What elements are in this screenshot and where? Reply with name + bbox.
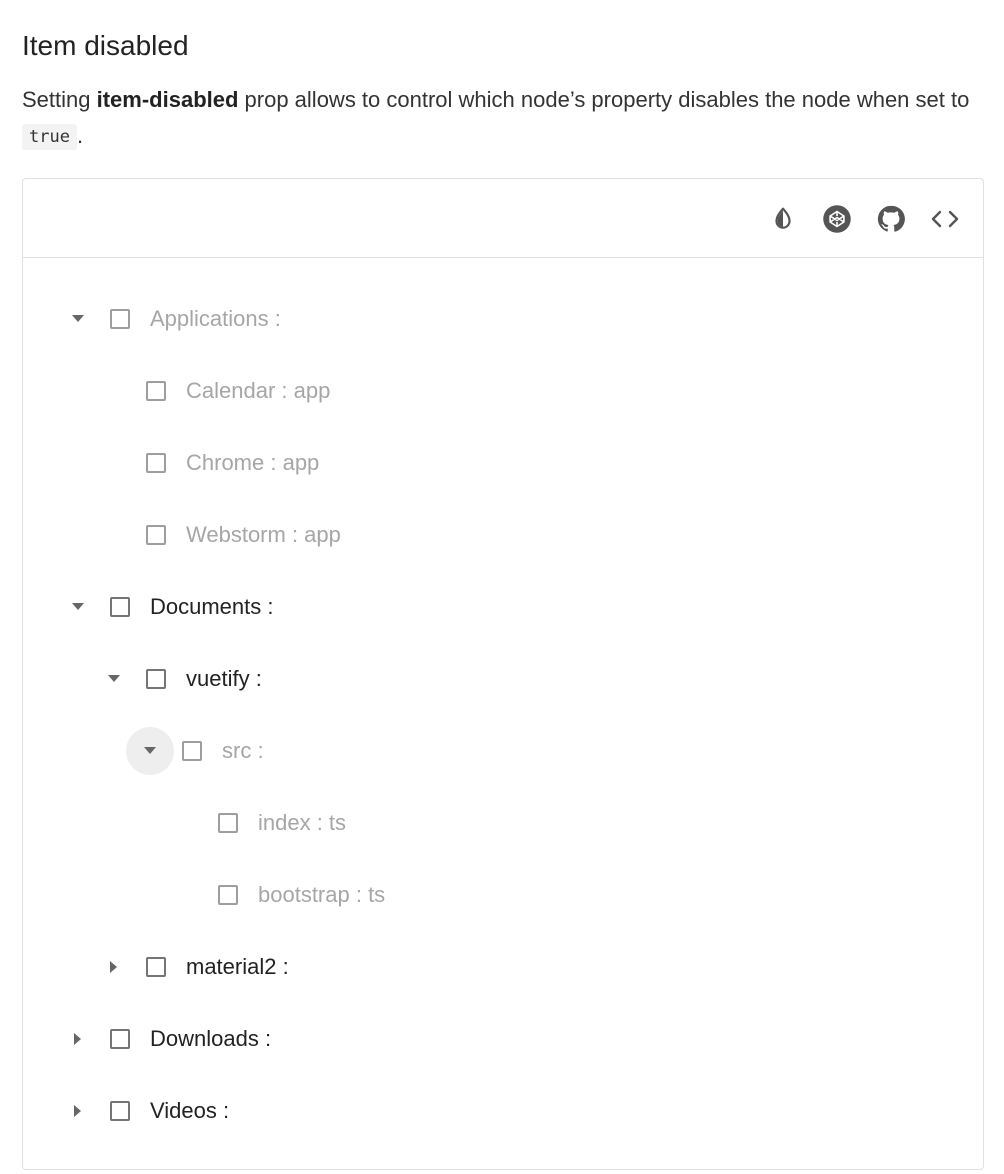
caret-down-icon xyxy=(108,675,120,683)
tree-node-label: Downloads : xyxy=(150,1026,272,1051)
tree-node-checkbox[interactable] xyxy=(107,594,133,620)
tree-node-label: Documents : xyxy=(150,594,274,619)
tree-node: Applications : xyxy=(23,295,983,343)
desc-prop-name: item-disabled xyxy=(96,87,239,112)
tree-node-checkbox xyxy=(215,810,241,836)
expand-toggle[interactable] xyxy=(54,1015,102,1063)
tree-node: Documents : xyxy=(23,583,983,631)
tree-node: Downloads : xyxy=(23,1015,983,1063)
checkbox-blank-icon xyxy=(218,813,238,833)
tree-node: vuetify : xyxy=(23,655,983,703)
example-card: Applications : Calendar : app Chrome : app… xyxy=(22,178,984,1170)
checkbox-blank-icon xyxy=(146,669,166,689)
tree-node-checkbox xyxy=(107,306,133,332)
desc-end: . xyxy=(76,123,84,148)
tree-node-label: Calendar : app xyxy=(186,378,331,403)
github-icon xyxy=(877,205,905,232)
tree-node-label: Videos : xyxy=(150,1098,230,1123)
desc-suffix: prop allows to control which node’s prop… xyxy=(238,87,970,112)
collapse-toggle[interactable] xyxy=(54,583,102,631)
tree-node-checkbox[interactable] xyxy=(143,666,169,692)
codepen-icon xyxy=(823,205,851,233)
tree-node: Videos : xyxy=(23,1087,983,1135)
caret-down-icon xyxy=(144,747,156,755)
example-toolbar xyxy=(23,179,983,258)
tree-node-checkbox xyxy=(143,378,169,404)
collapse-toggle[interactable] xyxy=(126,727,174,775)
tree-node-label: src : xyxy=(222,738,264,763)
section-description: Setting item-disabled prop allows to con… xyxy=(22,82,997,154)
tree-node: Chrome : app xyxy=(23,439,983,487)
caret-right-icon xyxy=(74,1105,82,1117)
tree-node-label: Chrome : app xyxy=(186,450,320,475)
checkbox-blank-icon xyxy=(110,597,130,617)
checkbox-blank-icon xyxy=(146,957,166,977)
tree-node-checkbox[interactable] xyxy=(143,954,169,980)
checkbox-blank-icon xyxy=(182,741,202,761)
invert-colors-icon xyxy=(775,207,791,229)
checkbox-blank-icon xyxy=(146,525,166,545)
tree-node-checkbox[interactable] xyxy=(107,1098,133,1124)
caret-down-icon xyxy=(72,315,84,323)
collapse-toggle[interactable] xyxy=(90,655,138,703)
invert-colors-button[interactable] xyxy=(765,201,801,237)
tree-node-label: Applications : xyxy=(150,306,281,331)
tree-node-label: bootstrap : ts xyxy=(258,882,386,907)
tree-node-checkbox xyxy=(143,450,169,476)
github-button[interactable] xyxy=(873,201,909,237)
desc-prefix: Setting xyxy=(22,87,97,112)
tree-node: Webstorm : app xyxy=(23,511,983,559)
checkbox-blank-icon xyxy=(110,1101,130,1121)
tree-node: src : xyxy=(23,727,983,775)
tree-node-label: vuetify : xyxy=(186,666,262,691)
tree-node-checkbox[interactable] xyxy=(107,1026,133,1052)
collapse-toggle[interactable] xyxy=(54,295,102,343)
codepen-button[interactable] xyxy=(819,201,855,237)
tree-node-label: Webstorm : app xyxy=(186,522,341,547)
caret-down-icon xyxy=(72,603,84,611)
desc-inline-code: true xyxy=(22,124,77,150)
tree-node: material2 : xyxy=(23,943,983,991)
tree-node: bootstrap : ts xyxy=(23,871,983,919)
tree-node-label: index : ts xyxy=(258,810,347,835)
expand-toggle[interactable] xyxy=(54,1087,102,1135)
caret-right-icon xyxy=(74,1033,82,1045)
checkbox-blank-icon xyxy=(110,1029,130,1049)
code-icon xyxy=(931,210,959,228)
checkbox-blank-icon xyxy=(218,885,238,905)
section-title: Item disabled xyxy=(22,30,189,61)
checkbox-blank-icon xyxy=(146,381,166,401)
tree-node-checkbox xyxy=(179,738,205,764)
tree-node-checkbox xyxy=(143,522,169,548)
expand-toggle[interactable] xyxy=(90,943,138,991)
checkbox-blank-icon xyxy=(110,309,130,329)
page: Item disabled Setting item-disabled prop… xyxy=(0,0,1004,1174)
tree-node: Calendar : app xyxy=(23,367,983,415)
checkbox-blank-icon xyxy=(146,453,166,473)
view-code-button[interactable] xyxy=(927,201,963,237)
tree-node-checkbox xyxy=(215,882,241,908)
caret-right-icon xyxy=(110,961,118,973)
tree-node-label: material2 : xyxy=(186,954,289,979)
tree-node: index : ts xyxy=(23,799,983,847)
